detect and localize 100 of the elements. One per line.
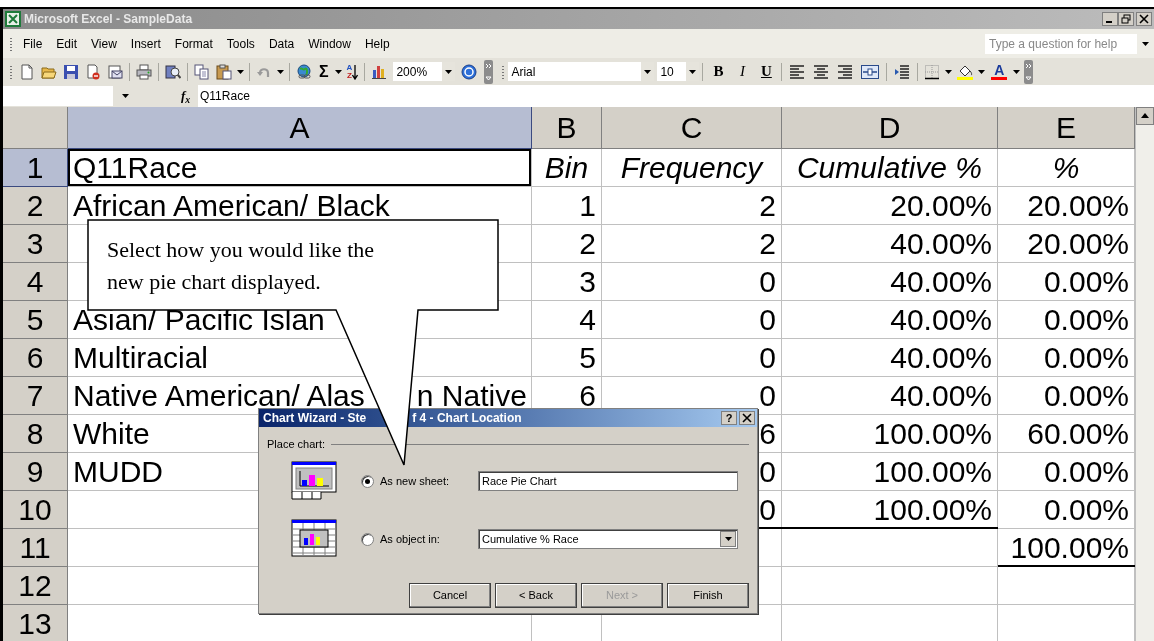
- align-center-icon[interactable]: [813, 63, 830, 80]
- menu-item[interactable]: View: [84, 32, 124, 55]
- bold-button[interactable]: B: [706, 60, 731, 83]
- dialog-button[interactable]: Finish: [667, 583, 749, 608]
- radio-label[interactable]: As object in:: [380, 530, 440, 548]
- sort-ascending-button[interactable]: A Z: [343, 63, 362, 80]
- decrease-indent-icon[interactable]: [894, 63, 911, 80]
- name-box-field[interactable]: [3, 86, 113, 106]
- menu-item[interactable]: Help: [357, 32, 397, 55]
- caret-icon[interactable]: [277, 69, 284, 74]
- restore-icon[interactable]: [1118, 12, 1134, 26]
- menu-item[interactable]: Data: [261, 32, 302, 55]
- toolbar-gripper-icon[interactable]: [502, 64, 506, 79]
- table-cell-text: 1: [579, 188, 596, 224]
- toolbar-gripper-icon[interactable]: [10, 64, 13, 79]
- close-icon[interactable]: [1136, 12, 1152, 26]
- caret-icon[interactable]: [689, 69, 697, 74]
- caret-icon[interactable]: [978, 69, 986, 74]
- table-cell-text: 0: [759, 302, 776, 338]
- save-icon[interactable]: [63, 63, 79, 80]
- permission-icon[interactable]: [85, 63, 101, 80]
- column-header[interactable]: C: [602, 107, 782, 149]
- align-right-icon[interactable]: [837, 63, 854, 80]
- row-header[interactable]: 5: [3, 301, 68, 339]
- location-dropdown[interactable]: Cumulative % Race: [478, 529, 738, 549]
- menu-item[interactable]: Edit: [49, 32, 85, 55]
- align-left-icon[interactable]: [789, 63, 806, 80]
- caret-icon[interactable]: [724, 537, 732, 541]
- help-icon[interactable]: [461, 63, 478, 80]
- menu-item[interactable]: Window: [301, 32, 358, 55]
- row-header[interactable]: 1: [3, 149, 68, 187]
- column-header[interactable]: A: [68, 107, 532, 149]
- menu-item[interactable]: Format: [167, 32, 220, 55]
- column-header[interactable]: E: [998, 107, 1135, 149]
- hyperlink-icon[interactable]: [296, 63, 312, 80]
- row-header[interactable]: 2: [3, 187, 68, 225]
- caret-icon[interactable]: [334, 69, 342, 74]
- caret-icon[interactable]: [945, 69, 953, 74]
- close-icon[interactable]: [739, 411, 755, 425]
- print-icon[interactable]: [136, 63, 152, 80]
- menu-item[interactable]: File: [16, 32, 50, 55]
- radio-label[interactable]: As new sheet:: [380, 472, 450, 490]
- row-header[interactable]: 7: [3, 377, 68, 415]
- table-cell-text: 20.00%: [1027, 188, 1129, 224]
- chart-icon[interactable]: [371, 63, 388, 80]
- merge-center-icon[interactable]: [861, 63, 880, 80]
- zoom-dropdown[interactable]: 200%: [393, 62, 456, 81]
- table-cell-text: 2: [579, 226, 596, 262]
- dialog-button[interactable]: Cancel: [409, 583, 491, 608]
- caret-icon[interactable]: [1142, 41, 1149, 46]
- caret-icon[interactable]: [644, 69, 652, 74]
- caret-icon[interactable]: [445, 69, 453, 74]
- autosum-button[interactable]: Σ: [315, 63, 333, 80]
- font-color-button[interactable]: A: [990, 63, 1009, 80]
- radio-button[interactable]: [361, 474, 374, 488]
- new-document-icon[interactable]: [19, 63, 35, 80]
- row-header[interactable]: 12: [3, 567, 68, 605]
- email-icon[interactable]: [107, 63, 123, 80]
- table-cell-text: African American/ Black: [73, 188, 390, 224]
- italic-button[interactable]: I: [730, 60, 755, 83]
- borders-icon[interactable]: [924, 63, 941, 80]
- row-header[interactable]: 13: [3, 605, 68, 641]
- caret-icon[interactable]: [237, 69, 244, 74]
- research-icon[interactable]: [165, 63, 181, 80]
- row-header[interactable]: 4: [3, 263, 68, 301]
- dialog-button[interactable]: < Back: [495, 583, 577, 608]
- help-button[interactable]: ?: [721, 411, 737, 425]
- font-size-dropdown[interactable]: 10: [657, 62, 700, 81]
- row-header[interactable]: 10: [3, 491, 68, 529]
- help-search-field[interactable]: Type a question for help: [985, 33, 1137, 54]
- menu-item[interactable]: Insert: [123, 32, 168, 55]
- caret-icon[interactable]: [121, 94, 129, 98]
- toolbar-gripper-icon[interactable]: [10, 36, 13, 51]
- sheet-name-field[interactable]: Race Pie Chart: [478, 471, 738, 491]
- table-cell-text: 0: [759, 492, 776, 528]
- underline-button[interactable]: U: [754, 60, 779, 83]
- row-header[interactable]: 3: [3, 225, 68, 263]
- caret-icon[interactable]: [1013, 69, 1021, 74]
- select-all-corner[interactable]: [3, 107, 68, 149]
- window-title: Microsoft Excel - SampleData: [24, 11, 193, 28]
- scroll-up-icon[interactable]: [1136, 107, 1154, 125]
- menu-item[interactable]: Tools: [219, 32, 262, 55]
- column-header[interactable]: B: [532, 107, 602, 149]
- paste-icon[interactable]: [216, 63, 232, 80]
- column-header[interactable]: D: [782, 107, 998, 149]
- copy-icon[interactable]: [194, 63, 210, 80]
- table-cell-text: Cumulative %: [796, 150, 983, 186]
- row-header[interactable]: 8: [3, 415, 68, 453]
- font-dropdown[interactable]: Arial: [508, 62, 655, 81]
- formula-field[interactable]: Q11Race: [198, 85, 1154, 107]
- row-header[interactable]: 11: [3, 529, 68, 567]
- function-label: f$_{x}$: [181, 87, 192, 106]
- row-header[interactable]: 6: [3, 339, 68, 377]
- row-header[interactable]: 9: [3, 453, 68, 491]
- table-cell-text: n Native: [416, 378, 527, 413]
- fill-color-icon[interactable]: [957, 63, 974, 80]
- minimize-icon[interactable]: [1102, 12, 1118, 26]
- table-cell-text: 0.00%: [1043, 492, 1129, 528]
- toolbar-options-icon[interactable]: [484, 59, 494, 84]
- table-cell-text: 20.00%: [890, 188, 992, 224]
